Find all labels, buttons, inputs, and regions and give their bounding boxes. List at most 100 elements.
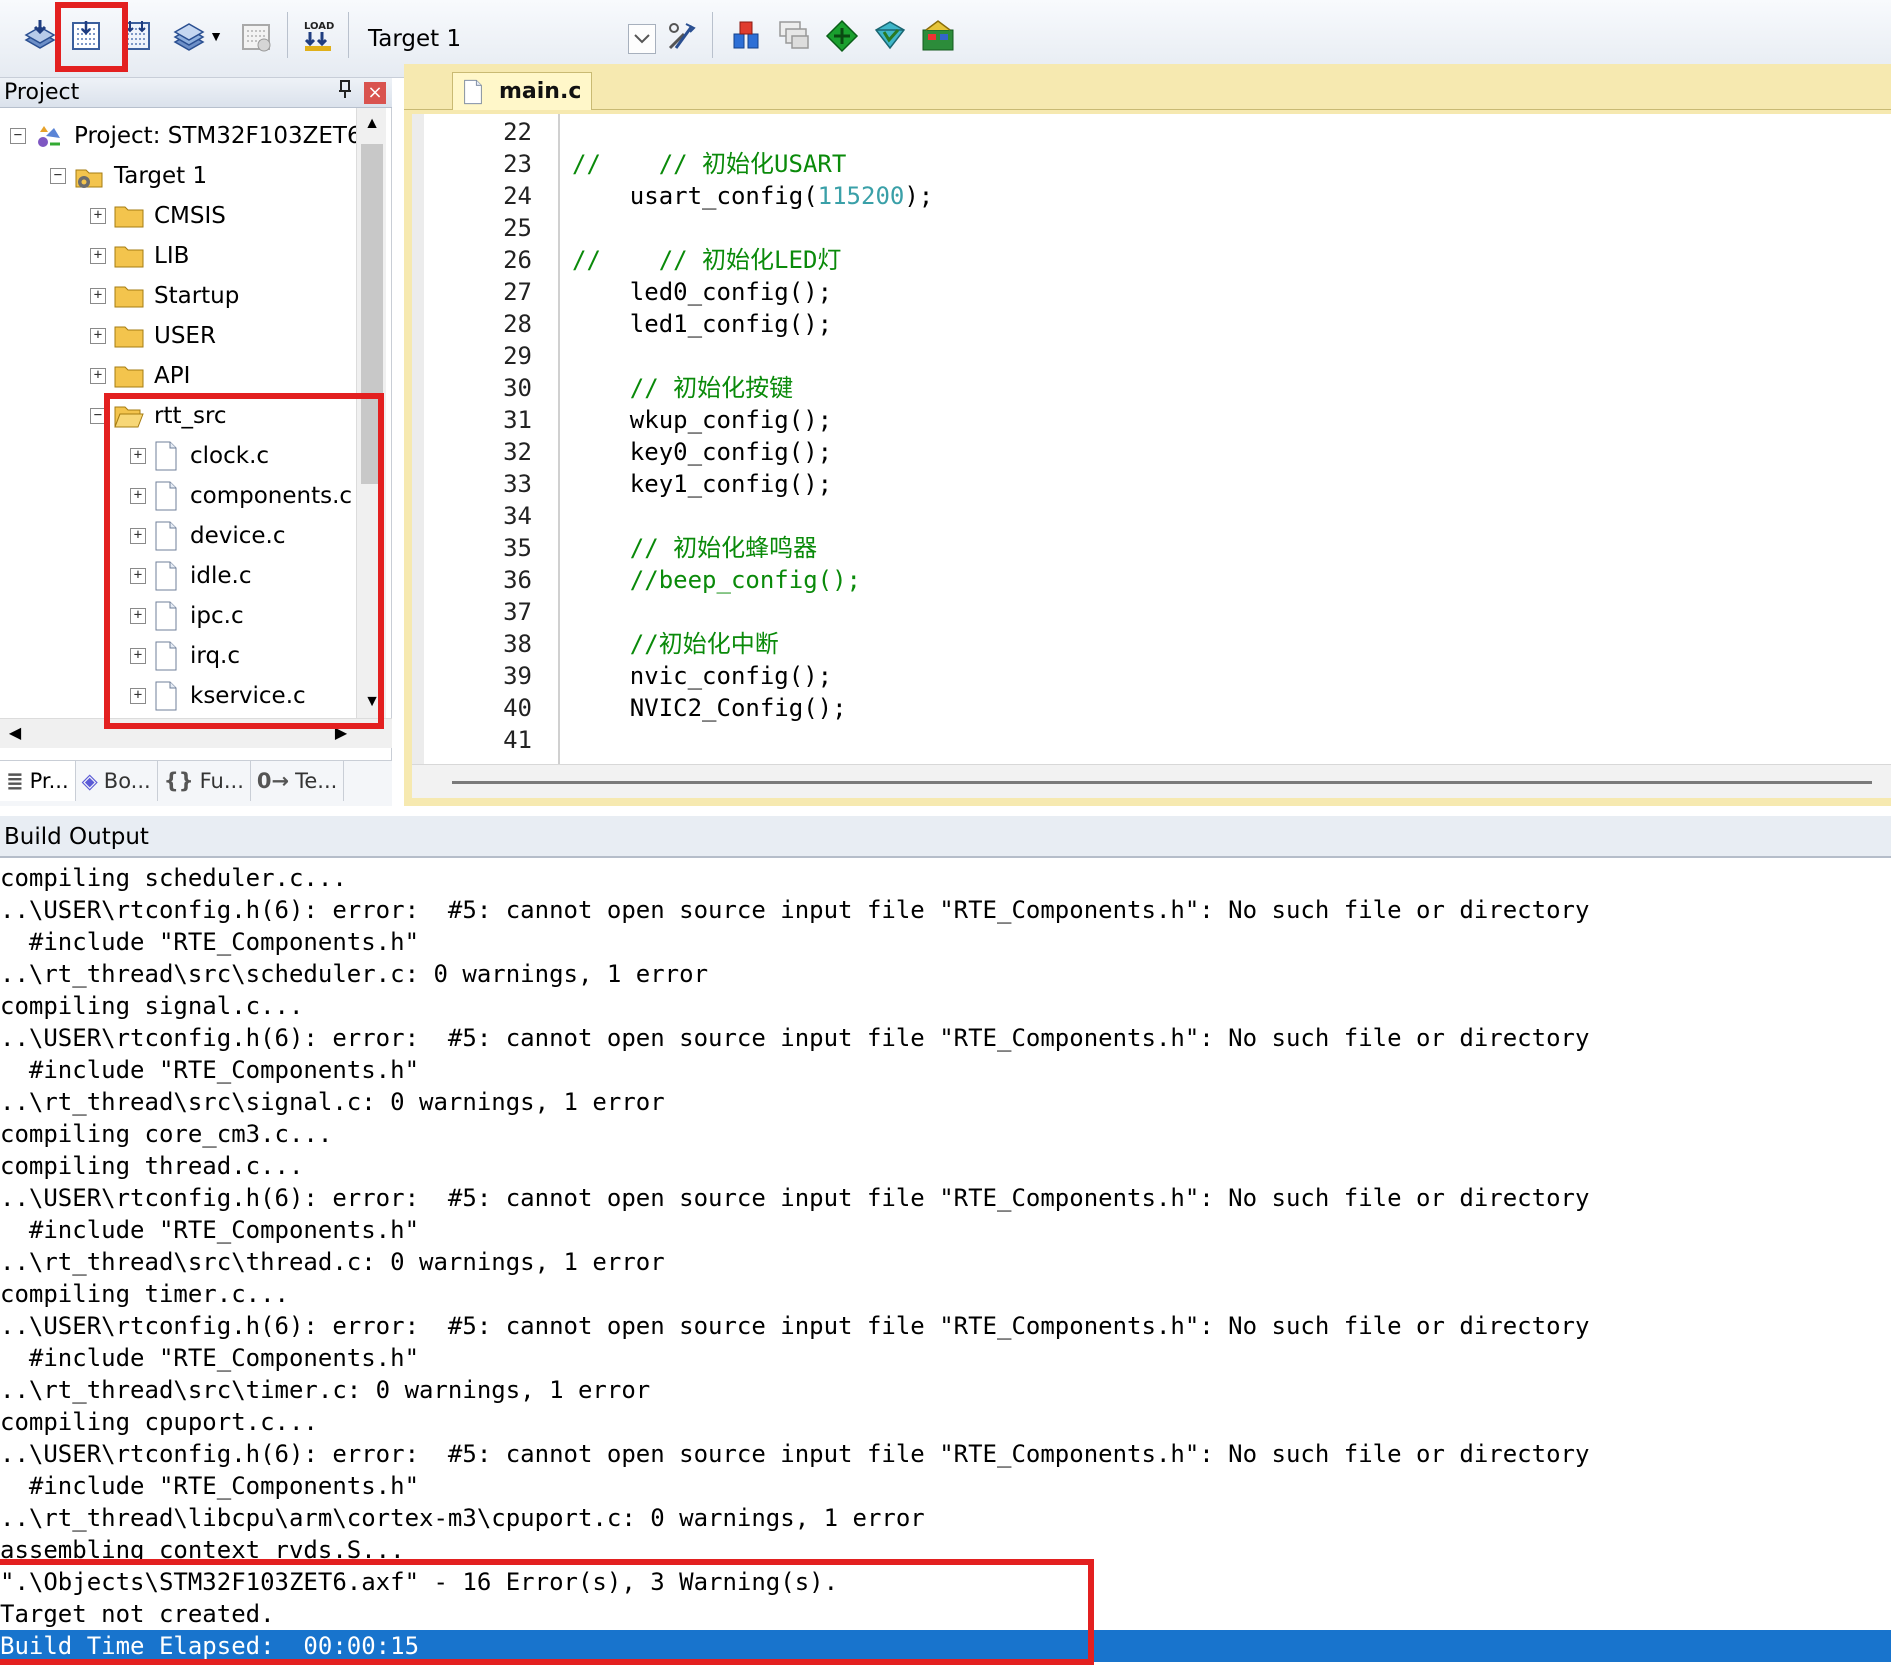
output-line[interactable]: compiling signal.c...	[0, 990, 1891, 1022]
code-line[interactable]: key0_config();	[572, 436, 832, 468]
scroll-right-icon[interactable]: ▶	[326, 719, 356, 749]
tree-item-user[interactable]: + USER	[90, 316, 216, 356]
code-area[interactable]: 22 23 // // 初始化USART 24 usart_config(115200…	[412, 114, 1891, 764]
tree-item-file[interactable]: + clock.c	[130, 436, 269, 476]
tree-item-target[interactable]: − Target 1	[50, 156, 207, 196]
output-line[interactable]: compiling core_cm3.c...	[0, 1118, 1891, 1150]
expand-icon[interactable]: +	[130, 488, 146, 504]
batch-build-button[interactable]: ▼	[164, 12, 230, 60]
breakpoint-bar[interactable]	[412, 114, 424, 764]
collapse-icon[interactable]: −	[10, 128, 26, 144]
output-line[interactable]: compiling thread.c...	[0, 1150, 1891, 1182]
collapse-icon[interactable]: −	[90, 408, 106, 424]
output-line[interactable]: compiling scheduler.c...	[0, 862, 1891, 894]
expand-icon[interactable]: +	[90, 328, 106, 344]
tree-horizontal-scrollbar[interactable]: ◀ ▶	[0, 718, 392, 748]
code-line[interactable]: usart_config(115200);	[572, 180, 933, 212]
expand-icon[interactable]: +	[130, 608, 146, 624]
build-button[interactable]	[66, 12, 106, 60]
tree-item-file[interactable]: + device.c	[130, 516, 286, 556]
target-select[interactable]: Target 1	[362, 19, 656, 59]
output-line[interactable]: ..\rt_thread\src\signal.c: 0 warnings, 1…	[0, 1086, 1891, 1118]
scroll-down-icon[interactable]: ▼	[357, 686, 387, 718]
tree-item-file[interactable]: + idle.c	[130, 556, 252, 596]
output-line-selected[interactable]: Build Time Elapsed: 00:00:15	[0, 1630, 1891, 1662]
tree-item-cmsis[interactable]: + CMSIS	[90, 196, 226, 236]
expand-icon[interactable]: +	[130, 648, 146, 664]
code-line[interactable]: // 初始化按键	[572, 372, 793, 404]
expand-icon[interactable]: +	[130, 448, 146, 464]
scroll-left-icon[interactable]: ◀	[0, 719, 30, 749]
code-line[interactable]: nvic_config();	[572, 660, 832, 692]
output-line[interactable]: Target not created.	[0, 1598, 1891, 1630]
code-line[interactable]: //初始化中断	[572, 628, 779, 660]
tree-item-project[interactable]: − Project: STM32F103ZET6	[10, 116, 356, 156]
code-line[interactable]: // // 初始化USART	[572, 148, 846, 180]
output-line[interactable]: compiling cpuport.c...	[0, 1406, 1891, 1438]
output-line[interactable]: ..\USER\rtconfig.h(6): error: #5: cannot…	[0, 1182, 1891, 1214]
expand-icon[interactable]: +	[130, 528, 146, 544]
output-line[interactable]: #include "RTE_Components.h"	[0, 1214, 1891, 1246]
tree-item-file[interactable]: + irq.c	[130, 636, 240, 676]
tree-item-api[interactable]: + API	[90, 356, 190, 396]
expand-icon[interactable]: +	[90, 248, 106, 264]
scroll-thumb[interactable]	[361, 144, 383, 484]
output-line[interactable]: ..\USER\rtconfig.h(6): error: #5: cannot…	[0, 1438, 1891, 1470]
scroll-track[interactable]	[452, 781, 1872, 784]
output-line[interactable]: ..\USER\rtconfig.h(6): error: #5: cannot…	[0, 1022, 1891, 1054]
tree-item-file[interactable]: + ipc.c	[130, 596, 244, 636]
output-line[interactable]: #include "RTE_Components.h"	[0, 1470, 1891, 1502]
expand-icon[interactable]: +	[130, 568, 146, 584]
tree-item-startup[interactable]: + Startup	[90, 276, 239, 316]
tab-main-c[interactable]: main.c	[452, 72, 592, 110]
view-rte-button[interactable]	[918, 12, 958, 60]
tab-project[interactable]: ≣ Pr...	[0, 761, 76, 801]
code-line[interactable]: led0_config();	[572, 276, 832, 308]
editor-horizontal-scrollbar[interactable]	[412, 764, 1891, 798]
code-line[interactable]: NVIC2_Config();	[572, 692, 847, 724]
pin-icon[interactable]	[338, 78, 352, 108]
output-line[interactable]: ..\rt_thread\libcpu\arm\cortex-m3\cpupor…	[0, 1502, 1891, 1534]
code-line[interactable]: // 初始化蜂鸣器	[572, 532, 817, 564]
expand-icon[interactable]: +	[90, 288, 106, 304]
output-line[interactable]: compiling timer.c...	[0, 1278, 1891, 1310]
output-line[interactable]: #include "RTE_Components.h"	[0, 926, 1891, 958]
manage-project-items-button[interactable]	[726, 12, 766, 60]
code-line[interactable]: led1_config();	[572, 308, 832, 340]
collapse-icon[interactable]: −	[50, 168, 66, 184]
output-line[interactable]: ".\Objects\STM32F103ZET6.axf" - 16 Error…	[0, 1566, 1891, 1598]
tree-item-lib[interactable]: + LIB	[90, 236, 189, 276]
output-line[interactable]: ..\rt_thread\src\scheduler.c: 0 warnings…	[0, 958, 1891, 990]
output-line[interactable]: #include "RTE_Components.h"	[0, 1054, 1891, 1086]
output-line[interactable]: assembling context_rvds.S...	[0, 1534, 1891, 1566]
tab-templates[interactable]: 0→ Te...	[251, 761, 345, 801]
output-line[interactable]: ..\USER\rtconfig.h(6): error: #5: cannot…	[0, 1310, 1891, 1342]
tree-item-file[interactable]: + kservice.c	[130, 676, 306, 716]
tree-vertical-scrollbar[interactable]: ▲ ▼	[356, 108, 386, 718]
tab-books[interactable]: ◈ Bo...	[76, 761, 158, 801]
code-line[interactable]: // // 初始化LED灯	[572, 244, 841, 276]
target-options-button[interactable]	[662, 12, 702, 60]
code-line[interactable]: //beep_config();	[572, 564, 861, 596]
chevron-down-icon[interactable]: ▼	[209, 28, 223, 44]
output-line[interactable]: ..\rt_thread\src\timer.c: 0 warnings, 1 …	[0, 1374, 1891, 1406]
expand-icon[interactable]: +	[90, 368, 106, 384]
tree-item-file[interactable]: + components.c	[130, 476, 352, 516]
rebuild-button[interactable]	[116, 12, 156, 60]
code-line[interactable]: wkup_config();	[572, 404, 832, 436]
stop-build-button[interactable]	[236, 12, 276, 60]
chevron-down-icon[interactable]	[628, 24, 656, 54]
output-line[interactable]: ..\rt_thread\src\thread.c: 0 warnings, 1…	[0, 1246, 1891, 1278]
code-line[interactable]: key1_config();	[572, 468, 832, 500]
select-packs-button[interactable]	[774, 12, 814, 60]
scroll-up-icon[interactable]: ▲	[357, 108, 387, 140]
download-button[interactable]: LOAD	[298, 12, 338, 60]
output-line[interactable]: #include "RTE_Components.h"	[0, 1342, 1891, 1374]
expand-icon[interactable]: +	[130, 688, 146, 704]
pack-installer-button[interactable]	[870, 12, 910, 60]
build-output-log[interactable]: compiling scheduler.c... ..\USER\rtconfig…	[0, 860, 1891, 1678]
tab-functions[interactable]: {} Fu...	[158, 761, 251, 801]
close-icon[interactable]: ×	[364, 82, 386, 104]
expand-icon[interactable]: +	[90, 208, 106, 224]
translate-button[interactable]	[20, 12, 60, 60]
